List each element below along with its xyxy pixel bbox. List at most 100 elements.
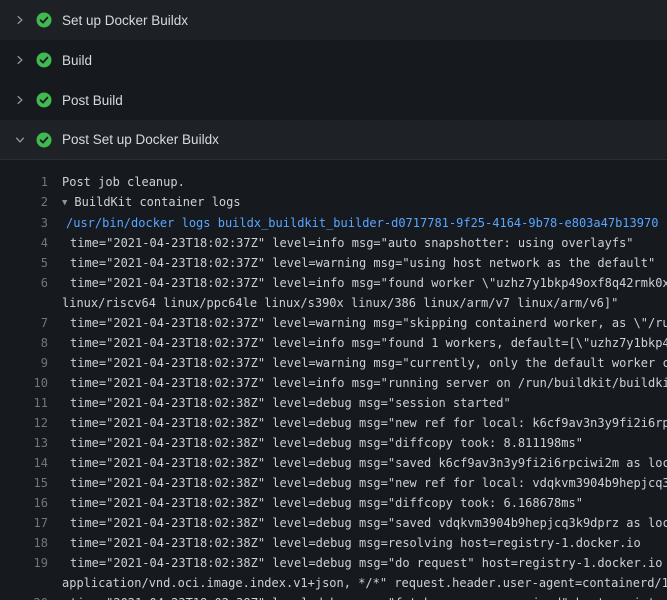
- step-header[interactable]: Set up Docker Buildx: [0, 0, 667, 40]
- log-line-number[interactable]: 3: [0, 213, 48, 233]
- log-line-content: time="2021-04-23T18:02:38Z" level=debug …: [62, 553, 667, 573]
- log-line-text: time="2021-04-23T18:02:38Z" level=debug …: [70, 496, 583, 510]
- log-line-content: time="2021-04-23T18:02:38Z" level=debug …: [62, 453, 667, 473]
- log-line-number[interactable]: [0, 573, 48, 593]
- log-line: linux/riscv64 linux/ppc64le linux/s390x …: [0, 293, 667, 313]
- log-line-text: time="2021-04-23T18:02:37Z" level=warnin…: [70, 256, 655, 270]
- log-line-number[interactable]: 6: [0, 273, 48, 293]
- log-line-number[interactable]: 4: [0, 233, 48, 253]
- log-line-text: time="2021-04-23T18:02:37Z" level=info m…: [70, 336, 667, 350]
- log-line: 12 time="2021-04-23T18:02:38Z" level=deb…: [0, 413, 667, 433]
- log-line: 17 time="2021-04-23T18:02:38Z" level=deb…: [0, 513, 667, 533]
- log-output: 1 Post job cleanup. 2 ▼ BuildKit containe…: [0, 160, 667, 600]
- log-line-text: time="2021-04-23T18:02:38Z" level=debug …: [70, 456, 667, 470]
- log-line-number[interactable]: 20: [0, 593, 48, 600]
- log-line: 6 time="2021-04-23T18:02:37Z" level=info…: [0, 273, 667, 293]
- log-line-text: time="2021-04-23T18:02:38Z" level=debug …: [70, 436, 583, 450]
- log-line: 19 time="2021-04-23T18:02:38Z" level=deb…: [0, 553, 667, 573]
- group-collapse-icon[interactable]: ▼: [62, 198, 67, 208]
- chevron-right-icon: [12, 12, 28, 28]
- log-line-content: linux/riscv64 linux/ppc64le linux/s390x …: [62, 293, 667, 313]
- check-circle-icon: [36, 132, 52, 148]
- log-line-content: application/vnd.oci.image.index.v1+json,…: [62, 573, 667, 593]
- log-line-content: ▼ BuildKit container logs: [62, 192, 667, 213]
- log-line-content: time="2021-04-23T18:02:37Z" level=warnin…: [62, 313, 667, 333]
- log-line: 18 time="2021-04-23T18:02:38Z" level=deb…: [0, 533, 667, 553]
- log-line-text: time="2021-04-23T18:02:37Z" level=warnin…: [70, 356, 667, 370]
- log-line-number[interactable]: 10: [0, 373, 48, 393]
- log-line-number[interactable]: 8: [0, 333, 48, 353]
- log-line-number[interactable]: 1: [0, 172, 48, 192]
- log-line: 1 Post job cleanup.: [0, 172, 667, 192]
- log-line-number[interactable]: 14: [0, 453, 48, 473]
- step-label: Build: [62, 53, 92, 68]
- log-line-number[interactable]: 5: [0, 253, 48, 273]
- log-line: 2 ▼ BuildKit container logs: [0, 192, 667, 213]
- log-line-text: time="2021-04-23T18:02:37Z" level=warnin…: [70, 316, 667, 330]
- log-line: 14 time="2021-04-23T18:02:38Z" level=deb…: [0, 453, 667, 473]
- log-line-number[interactable]: 9: [0, 353, 48, 373]
- log-line: 7 time="2021-04-23T18:02:37Z" level=warn…: [0, 313, 667, 333]
- log-line-number[interactable]: [0, 293, 48, 313]
- log-line-number[interactable]: 12: [0, 413, 48, 433]
- chevron-right-icon: [12, 52, 28, 68]
- log-line: 16 time="2021-04-23T18:02:38Z" level=deb…: [0, 493, 667, 513]
- log-line-text: time="2021-04-23T18:02:38Z" level=debug …: [70, 536, 641, 550]
- log-line: 4 time="2021-04-23T18:02:37Z" level=info…: [0, 233, 667, 253]
- log-line-content: time="2021-04-23T18:02:37Z" level=warnin…: [62, 353, 667, 373]
- log-line-content: time="2021-04-23T18:02:38Z" level=debug …: [62, 533, 667, 553]
- log-line-content: time="2021-04-23T18:02:38Z" level=debug …: [62, 473, 667, 493]
- check-circle-icon: [36, 12, 52, 28]
- log-line-number[interactable]: 11: [0, 393, 48, 413]
- step-header[interactable]: Build: [0, 40, 667, 80]
- log-line-content: time="2021-04-23T18:02:37Z" level=info m…: [62, 373, 667, 393]
- log-line-content: time="2021-04-23T18:02:38Z" level=debug …: [62, 513, 667, 533]
- steps-list: Set up Docker Buildx Build P: [0, 0, 667, 160]
- log-line-number[interactable]: 17: [0, 513, 48, 533]
- log-line-content: time="2021-04-23T18:02:37Z" level=info m…: [62, 273, 667, 293]
- log-line-text: time="2021-04-23T18:02:38Z" level=debug …: [70, 396, 511, 410]
- chevron-down-icon: [12, 132, 28, 148]
- chevron-right-icon: [12, 92, 28, 108]
- log-line-text: linux/riscv64 linux/ppc64le linux/s390x …: [62, 296, 618, 310]
- log-line-text: /usr/bin/docker logs buildx_buildkit_bui…: [66, 216, 658, 230]
- check-circle-icon: [36, 52, 52, 68]
- log-line-number[interactable]: 18: [0, 533, 48, 553]
- log-line: 11 time="2021-04-23T18:02:38Z" level=deb…: [0, 393, 667, 413]
- step-label: Post Build: [62, 93, 123, 108]
- log-line-content: Post job cleanup.: [62, 172, 667, 192]
- log-line-text: time="2021-04-23T18:02:37Z" level=info m…: [70, 276, 667, 290]
- log-line: 20 time="2021-04-23T18:02:38Z" level=deb…: [0, 593, 667, 600]
- log-line-number[interactable]: 15: [0, 473, 48, 493]
- log-line: 3 /usr/bin/docker logs buildx_buildkit_b…: [0, 213, 667, 233]
- log-line-number[interactable]: 19: [0, 553, 48, 573]
- log-line-content: time="2021-04-23T18:02:37Z" level=info m…: [62, 233, 667, 253]
- log-line-content: time="2021-04-23T18:02:38Z" level=debug …: [62, 593, 667, 600]
- step-label: Post Set up Docker Buildx: [62, 132, 219, 147]
- log-line: 13 time="2021-04-23T18:02:38Z" level=deb…: [0, 433, 667, 453]
- log-line-text: time="2021-04-23T18:02:38Z" level=debug …: [70, 476, 667, 490]
- log-line-text: Post job cleanup.: [62, 175, 185, 189]
- log-line-number[interactable]: 13: [0, 433, 48, 453]
- log-line-content: time="2021-04-23T18:02:37Z" level=info m…: [62, 333, 667, 353]
- log-line: 5 time="2021-04-23T18:02:37Z" level=warn…: [0, 253, 667, 273]
- log-line: 15 time="2021-04-23T18:02:38Z" level=deb…: [0, 473, 667, 493]
- log-line-number[interactable]: 16: [0, 493, 48, 513]
- log-line-content: /usr/bin/docker logs buildx_buildkit_bui…: [62, 213, 667, 233]
- log-line-text: time="2021-04-23T18:02:38Z" level=debug …: [70, 416, 667, 430]
- log-line: 9 time="2021-04-23T18:02:37Z" level=warn…: [0, 353, 667, 373]
- log-line-text: BuildKit container logs: [74, 195, 240, 209]
- log-line-number[interactable]: 2: [0, 192, 48, 213]
- workflow-log-viewer: Set up Docker Buildx Build P: [0, 0, 667, 600]
- log-line-content: time="2021-04-23T18:02:37Z" level=warnin…: [62, 253, 667, 273]
- log-line: 10 time="2021-04-23T18:02:37Z" level=inf…: [0, 373, 667, 393]
- log-line-text: time="2021-04-23T18:02:38Z" level=debug …: [70, 596, 667, 600]
- log-line-content: time="2021-04-23T18:02:38Z" level=debug …: [62, 433, 667, 453]
- step-label: Set up Docker Buildx: [62, 13, 188, 28]
- check-circle-icon: [36, 92, 52, 108]
- step-header[interactable]: Post Build: [0, 80, 667, 120]
- log-line-text: time="2021-04-23T18:02:38Z" level=debug …: [70, 516, 667, 530]
- step-header[interactable]: Post Set up Docker Buildx: [0, 120, 667, 160]
- log-line: application/vnd.oci.image.index.v1+json,…: [0, 573, 667, 593]
- log-line-number[interactable]: 7: [0, 313, 48, 333]
